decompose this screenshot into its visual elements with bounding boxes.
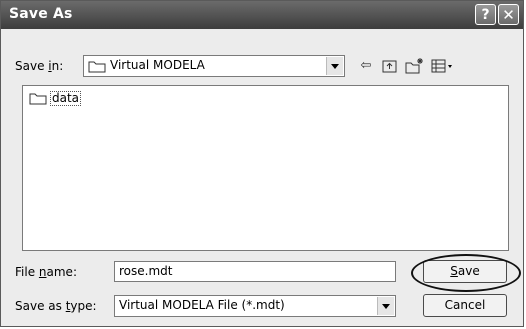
view-menu-glyph [431, 59, 452, 73]
file-name-value: rose.mdt [119, 264, 173, 278]
chevron-down-icon[interactable] [377, 297, 394, 315]
save-as-dialog: Save As ? ✕ Save in: Virtual MODELA ⇦ da… [0, 0, 524, 327]
up-folder-glyph [382, 60, 397, 73]
new-folder-icon[interactable] [405, 57, 423, 75]
save-in-label: Save in: [15, 59, 64, 73]
dialog-title: Save As [9, 6, 73, 22]
up-folder-icon[interactable] [381, 57, 399, 75]
current-folder: Virtual MODELA [110, 58, 205, 72]
chevron-down-icon[interactable] [326, 57, 343, 75]
folder-icon [88, 61, 106, 73]
save-as-type-dropdown[interactable]: Virtual MODELA File (*.mdt) [114, 295, 396, 317]
highlight-circle [411, 254, 521, 292]
file-name-label: File name: [15, 265, 77, 279]
save-as-type-value: Virtual MODELA File (*.mdt) [119, 298, 285, 312]
back-icon[interactable]: ⇦ [357, 57, 375, 75]
save-in-dropdown[interactable]: Virtual MODELA [83, 55, 345, 77]
list-item-label: data [50, 91, 82, 106]
new-folder-glyph [405, 58, 423, 74]
cancel-button[interactable]: Cancel [423, 294, 507, 317]
file-name-field[interactable]: rose.mdt [114, 261, 396, 282]
save-as-type-label: Save as type: [15, 299, 97, 313]
help-button[interactable]: ? [475, 4, 496, 25]
title-bar[interactable]: Save As ? ✕ [1, 1, 523, 29]
close-button[interactable]: ✕ [498, 4, 519, 25]
folder-icon [29, 93, 47, 105]
view-menu-icon[interactable] [431, 57, 455, 75]
file-list[interactable]: data [22, 85, 509, 251]
